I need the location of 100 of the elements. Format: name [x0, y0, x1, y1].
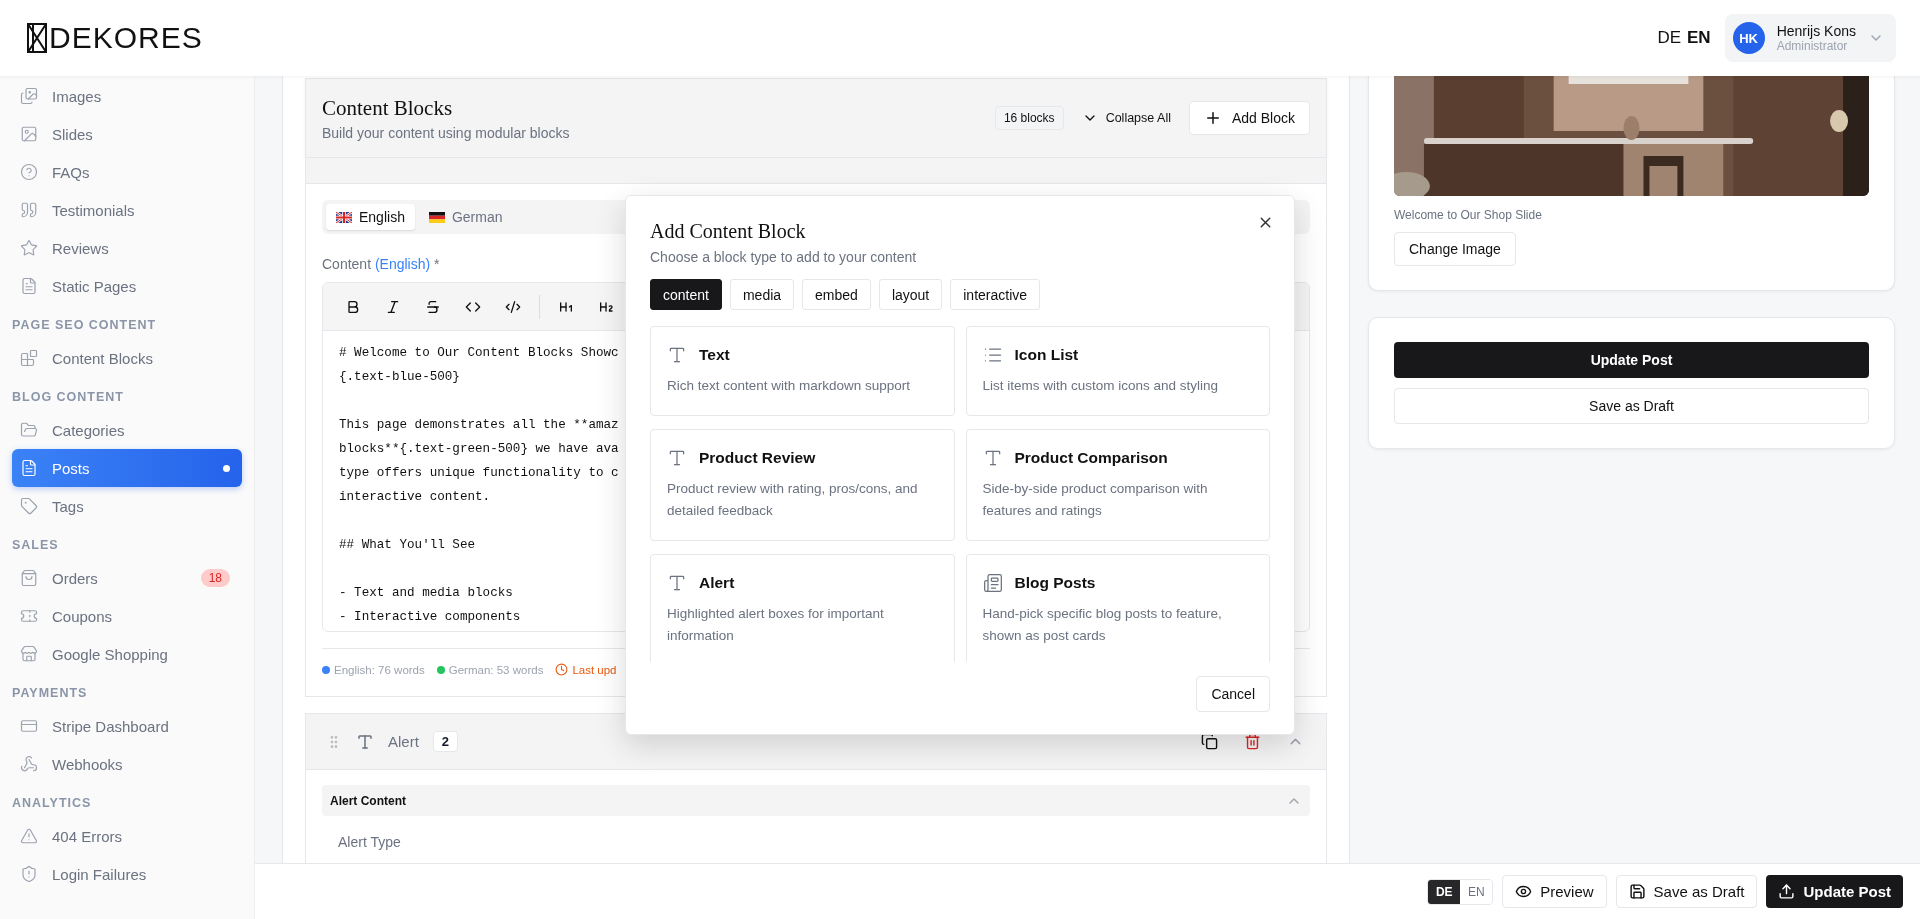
sidebar-item[interactable]: Static Pages — [12, 267, 242, 305]
sidebar-label: FAQs — [52, 163, 91, 181]
sidebar-item[interactable]: Webhooks — [12, 745, 242, 783]
sidebar-item[interactable]: Categories — [12, 411, 242, 449]
sidebar-item[interactable]: Tags — [12, 487, 242, 525]
editor-line: # Welcome to Our Content Blocks Showc — [339, 345, 619, 362]
shopping-bag-icon — [20, 569, 38, 587]
sidebar-item[interactable]: Google Shopping — [12, 635, 242, 673]
user-menu[interactable]: HK Henrijs Kons Administrator — [1724, 14, 1896, 62]
sidebar-item[interactable]: Content Blocks — [12, 339, 242, 377]
quote-icon — [20, 201, 38, 219]
block-type-card[interactable]: Alert Highlighted alert boxes for important information — [650, 554, 955, 662]
block-type-description: Rich text content with markdown support — [667, 377, 912, 395]
block-type-card[interactable]: Blog Posts Hand-pick specific blog posts to feature, shown as post cards — [965, 554, 1270, 662]
sidebar-item[interactable]: Testimonials — [12, 191, 242, 229]
subsection-header[interactable]: Alert Content — [322, 785, 1310, 816]
block-type-title: Alert — [699, 574, 735, 592]
document-icon — [20, 277, 38, 295]
preview-button[interactable]: Preview — [1502, 875, 1607, 908]
language-option[interactable]: EN — [1687, 28, 1711, 47]
blocks-icon — [20, 349, 38, 367]
strikethrough-icon — [425, 298, 441, 315]
sidebar-label: Posts — [52, 459, 91, 477]
word-count: English: 76 words — [334, 663, 425, 676]
block-type-title: Product Comparison — [1014, 449, 1168, 467]
block-type-description: Side-by-side product comparison with features and ratings — [982, 480, 1209, 520]
image-caption: Welcome to Our Shop Slide — [1394, 208, 1542, 222]
german-flag-icon — [428, 211, 445, 223]
block-type-description: List items with custom icons and styling — [982, 377, 1220, 395]
sidebar-item[interactable]: Orders 18 — [12, 559, 242, 597]
block-type-title: Icon List — [1014, 346, 1079, 364]
section-heading: PAGE SEO CONTENT — [11, 317, 158, 334]
eye-icon — [1515, 883, 1533, 900]
sidebar-label: Orders — [52, 569, 99, 587]
sidebar-item[interactable]: Login Failures — [12, 855, 242, 893]
block-type-title: Text — [699, 346, 730, 364]
uk-flag-icon — [336, 211, 352, 223]
sidebar-label: Coupons — [52, 607, 114, 625]
editor-line: ## What You'll See — [339, 537, 476, 554]
save-draft-button[interactable]: Save as Draft — [1615, 875, 1758, 908]
save-draft-button[interactable]: Save as Draft — [1394, 388, 1869, 424]
section-heading: ANALYTICS — [11, 795, 93, 812]
text-icon — [667, 345, 687, 365]
block-type-card[interactable]: Icon List List items with custom icons and styling — [965, 326, 1270, 416]
last-updated: Last upd — [572, 663, 617, 676]
category-tab[interactable]: interactive — [950, 279, 1041, 310]
sidebar-item[interactable]: Coupons — [12, 597, 242, 635]
block-count: 16 blocks — [994, 106, 1064, 130]
credit-card-icon — [20, 717, 38, 735]
sidebar-item[interactable]: Stripe Dashboard — [12, 707, 242, 745]
image-icon — [20, 125, 38, 143]
add-block-button[interactable]: Add Block — [1188, 101, 1310, 135]
sidebar-item[interactable]: Reviews — [12, 229, 242, 267]
tag-icon — [20, 497, 38, 515]
sidebar-item[interactable]: Slides — [12, 115, 242, 153]
update-post-button[interactable]: Update Post — [1394, 342, 1869, 378]
language-option[interactable]: DE — [1657, 28, 1681, 47]
block-type-card[interactable]: Product Comparison Side-by-side product comparison with features and ratings — [965, 429, 1270, 541]
sidebar-label: Reviews — [52, 239, 110, 257]
change-image-button[interactable]: Change Image — [1394, 232, 1516, 266]
editor-line: - Interactive components — [339, 609, 521, 626]
newspaper-icon — [982, 573, 1003, 593]
sidebar-label: Tags — [52, 497, 85, 515]
sidebar-label: Static Pages — [52, 277, 138, 295]
block-type-description: Highlighted alert boxes for important information — [667, 605, 885, 645]
collapse-all-button[interactable]: Collapse All — [1073, 104, 1179, 132]
category-tab[interactable]: layout — [878, 279, 943, 310]
editor-line: This page demonstrates all the **amaz — [339, 417, 619, 434]
ticket-icon — [20, 607, 38, 625]
sidebar-item[interactable]: 404 Errors — [12, 817, 242, 855]
block-type-card[interactable]: Text Rich text content with markdown support — [650, 326, 955, 416]
sidebar-item[interactable]: Posts — [12, 449, 242, 487]
sidebar-label: Webhooks — [52, 755, 124, 773]
section-heading: SALES — [11, 537, 60, 554]
sidebar-item[interactable]: FAQs — [12, 153, 242, 191]
dialog-title: Add Content Block — [650, 220, 807, 243]
category-tab[interactable]: content — [650, 279, 722, 310]
language-option[interactable]: DE — [1428, 879, 1461, 904]
language-tab[interactable]: German — [418, 204, 513, 230]
block-type-card[interactable]: Product Review Product review with rating, pros/cons, and detailed feedback — [650, 429, 955, 541]
logo-text: DEKORES — [49, 21, 203, 55]
sidebar-item[interactable]: Images — [12, 77, 242, 115]
sidebar-label: Stripe Dashboard — [52, 717, 170, 735]
text-icon — [667, 573, 687, 593]
images-icon — [20, 87, 38, 105]
upload-icon — [1778, 883, 1796, 900]
editor-line: - Text and media blocks — [339, 585, 513, 602]
save-icon — [1628, 883, 1646, 900]
document-icon — [20, 459, 38, 477]
sidebar-label: Content Blocks — [52, 349, 154, 367]
section-title: Content Blocks — [322, 95, 454, 121]
update-post-button[interactable]: Update Post — [1766, 875, 1903, 908]
editor-line: blocks**{.text-green-500} we have ava — [339, 441, 619, 458]
italic-icon — [385, 298, 401, 315]
category-tab[interactable]: embed — [802, 279, 871, 310]
language-tab[interactable]: English — [326, 204, 415, 230]
cancel-button[interactable]: Cancel — [1196, 676, 1270, 712]
section-heading: BLOG CONTENT — [11, 389, 125, 406]
section-heading: PAYMENTS — [11, 685, 89, 702]
category-tab[interactable]: media — [729, 279, 795, 310]
